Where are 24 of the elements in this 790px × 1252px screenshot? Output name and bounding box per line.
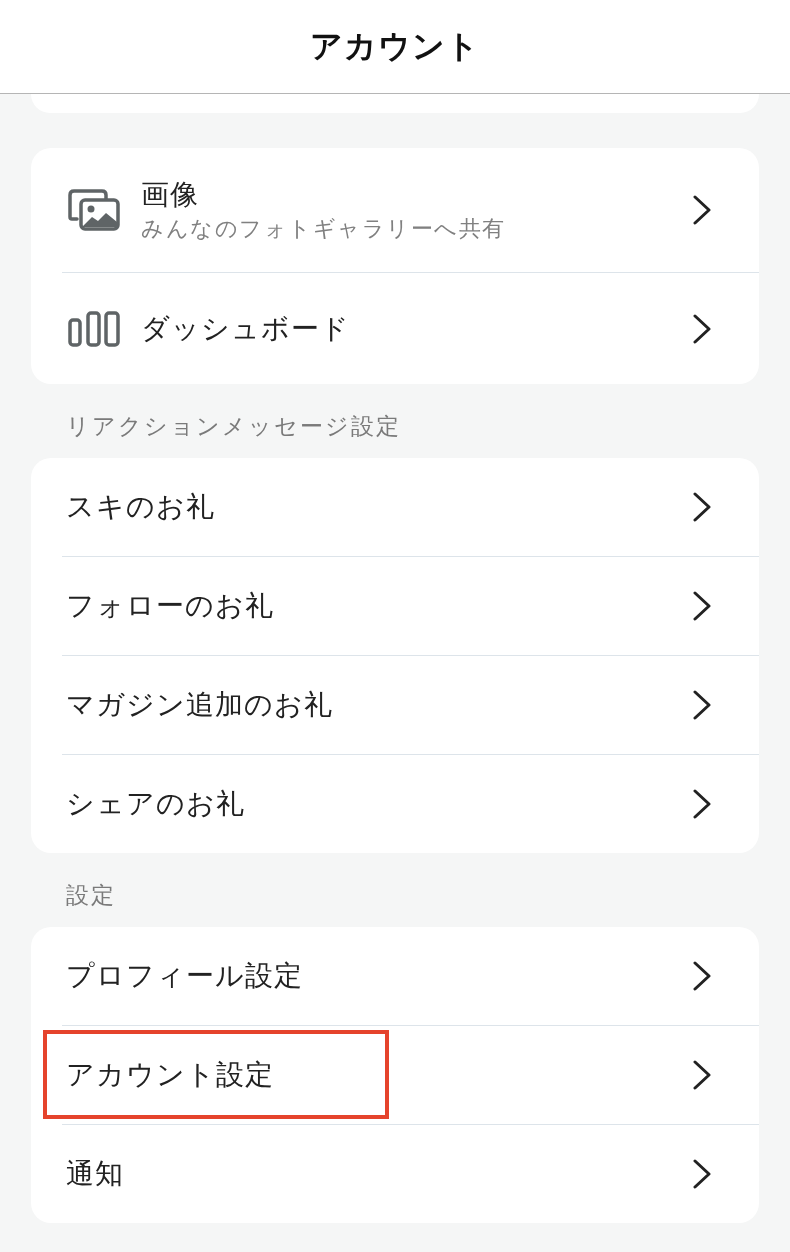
chevron-right-icon bbox=[693, 591, 711, 621]
menu-item[interactable]: スキのお礼 bbox=[62, 458, 759, 556]
chevron-right-icon bbox=[693, 789, 711, 819]
menu-item[interactable]: プロフィール設定 bbox=[62, 927, 759, 1025]
page-title: アカウント bbox=[310, 25, 480, 67]
menu-subtitle: みんなのフォトギャラリーへ共有 bbox=[141, 215, 506, 243]
menu-item[interactable]: アカウント設定 bbox=[62, 1025, 759, 1124]
chevron-right-icon bbox=[693, 313, 711, 344]
menu-item[interactable]: 画像 みんなのフォトギャラリーへ共有 bbox=[62, 148, 759, 272]
section-heading: 設定 bbox=[65, 881, 117, 910]
photos-icon bbox=[68, 189, 120, 231]
menu-item[interactable]: シェアのお礼 bbox=[62, 754, 759, 853]
bar-chart-icon bbox=[68, 310, 120, 347]
chevron-right-icon bbox=[693, 195, 711, 225]
menu-item[interactable]: 通知 bbox=[62, 1124, 759, 1223]
menu-item[interactable]: フォローのお礼 bbox=[62, 556, 759, 655]
section-heading: リアクションメッセージ設定 bbox=[65, 412, 402, 441]
menu-item[interactable]: マガジン追加のお礼 bbox=[62, 655, 759, 754]
chevron-right-icon bbox=[693, 961, 711, 991]
chevron-right-icon bbox=[693, 1159, 711, 1189]
chevron-right-icon bbox=[693, 492, 711, 522]
chevron-right-icon bbox=[693, 1060, 711, 1090]
chevron-right-icon bbox=[693, 690, 711, 720]
menu-item[interactable]: ダッシュボード bbox=[62, 272, 759, 384]
